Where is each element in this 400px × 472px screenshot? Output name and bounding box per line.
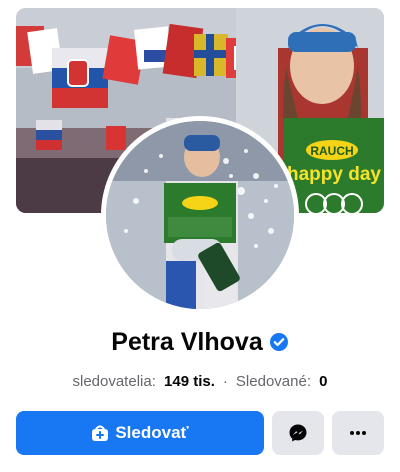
profile-name: Petra Vlhova bbox=[111, 327, 263, 356]
cover-bib-brand: RAUCH bbox=[310, 144, 353, 158]
followers-link[interactable]: sledovatelia: 149 tis. bbox=[72, 373, 214, 390]
follow-button[interactable]: Sledovať bbox=[16, 411, 264, 455]
following-count: 0 bbox=[319, 372, 328, 390]
profile-name-row: Petra Vlhova bbox=[0, 326, 400, 358]
following-label: Sledované: bbox=[235, 372, 311, 390]
follow-label: Sledovať bbox=[115, 423, 189, 442]
messenger-icon bbox=[289, 424, 307, 442]
profile-stats: sledovatelia: 149 tis. · Sledované: 0 bbox=[0, 370, 400, 392]
stats-separator: · bbox=[222, 372, 228, 390]
more-button[interactable] bbox=[332, 411, 384, 455]
followers-label: sledovatelia: bbox=[72, 372, 156, 390]
verified-badge-icon bbox=[269, 333, 288, 351]
avatar-scene bbox=[106, 121, 294, 309]
followers-count: 149 tis. bbox=[164, 372, 215, 390]
follow-icon bbox=[92, 425, 109, 441]
avatar[interactable] bbox=[106, 121, 294, 309]
profile-actions: Sledovať bbox=[16, 411, 384, 455]
more-icon bbox=[350, 431, 366, 435]
following-link[interactable]: Sledované: 0 bbox=[236, 373, 328, 390]
messenger-button[interactable] bbox=[272, 411, 324, 455]
cover-bib-text: happy day bbox=[287, 164, 381, 185]
